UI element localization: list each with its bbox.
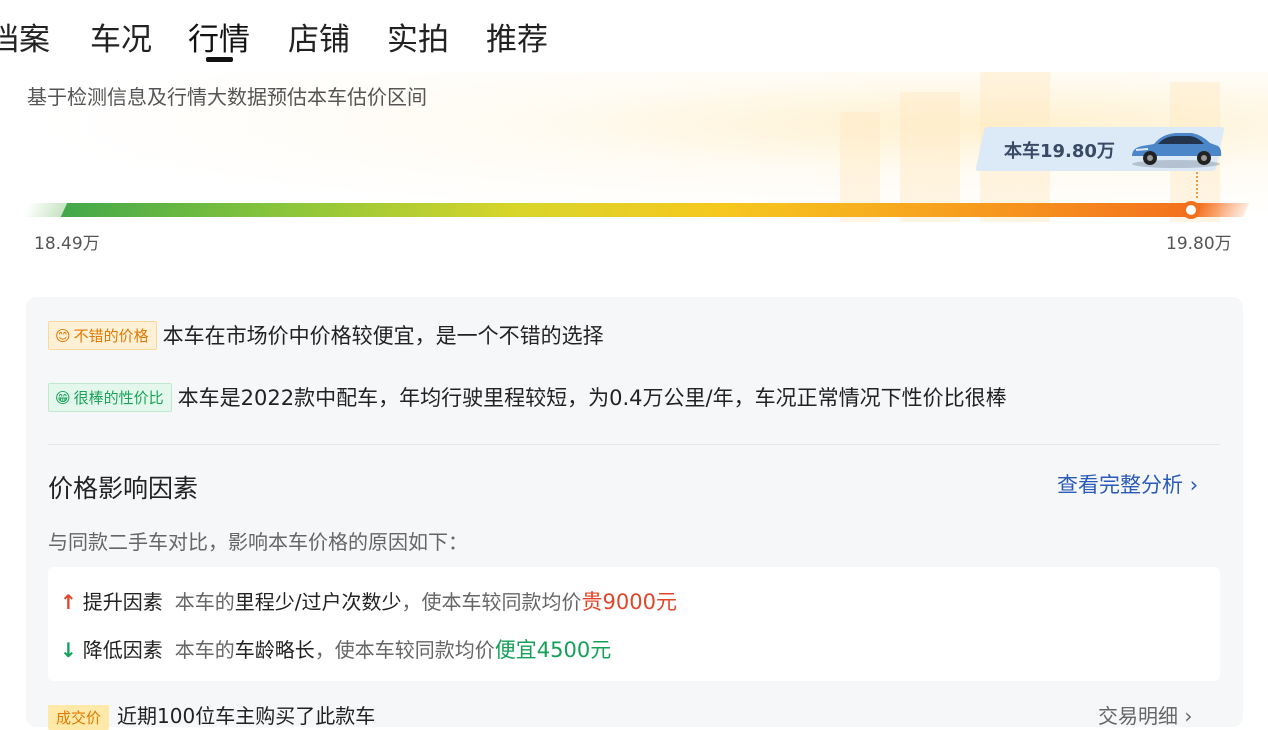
car-price-marker [1182, 201, 1200, 219]
grin-emoji-icon: 😁 [55, 388, 71, 407]
active-tab-indicator [206, 57, 233, 62]
recent-deals-row: 成交价 近期100位车主购买了此款车 [48, 700, 375, 730]
car-price-label: 本车19.80万 [1004, 141, 1115, 162]
deal-details-link[interactable]: 交易明细 › [1098, 700, 1192, 729]
car-icon [1132, 133, 1222, 168]
increase-amount: 贵9000元 [581, 590, 677, 614]
evaluation-text: 本车在市场价中价格较便宜，是一个不错的选择 [162, 324, 604, 348]
evaluation-item: 😊 不错的价格 本车在市场价中价格较便宜，是一个不错的选择 [48, 320, 604, 350]
price-range-bar [22, 200, 1250, 220]
evaluation-text: 本车是2022款中配车，年均行驶里程较短，为0.4万公里/年，车况正常情况下性价… [177, 386, 1007, 410]
estimate-description: 基于检测信息及行情大数据预估本车估价区间 [27, 85, 427, 109]
tab-market[interactable]: 行情 [188, 14, 250, 59]
good-price-badge: 😊 不错的价格 [48, 320, 157, 350]
tab-recommend[interactable]: 推荐 [486, 14, 548, 59]
arrow-up-icon: ↑ [60, 590, 77, 614]
price-range-max: 19.80万 [1166, 234, 1232, 254]
increase-factor-row: ↑ 提升因素 本车的里程少/过户次数少，使本车较同款均价贵9000元 [60, 590, 677, 614]
deal-price-badge: 成交价 [48, 705, 110, 730]
decrease-factor-row: ↓ 降低因素 本车的车龄略长，使本车较同款均价便宜4500元 [60, 638, 612, 662]
evaluation-item: 😁 很棒的性价比 本车是2022款中配车，年均行驶里程较短，为0.4万公里/年，车… [48, 382, 1007, 412]
price-pin-line [1196, 172, 1200, 198]
tab-bar: 档案 车况 行情 店铺 实拍 推荐 [0, 0, 700, 70]
price-factors-title: 价格影响因素 [48, 474, 199, 503]
tab-photos[interactable]: 实拍 [387, 14, 449, 59]
tab-store[interactable]: 店铺 [288, 14, 350, 59]
tab-archive[interactable]: 档案 [0, 14, 50, 59]
view-full-analysis-link[interactable]: 查看完整分析 › [1057, 469, 1198, 499]
smile-emoji-icon: 😊 [55, 326, 71, 345]
chevron-right-icon: › [1189, 473, 1199, 497]
price-factors-subtitle: 与同款二手车对比，影响本车价格的原因如下： [48, 530, 468, 554]
tab-condition[interactable]: 车况 [90, 14, 152, 59]
great-value-badge: 😁 很棒的性价比 [48, 382, 172, 412]
decrease-amount: 便宜4500元 [494, 638, 612, 662]
price-range-min: 18.49万 [34, 234, 100, 254]
arrow-down-icon: ↓ [60, 638, 77, 662]
divider [48, 444, 1220, 445]
